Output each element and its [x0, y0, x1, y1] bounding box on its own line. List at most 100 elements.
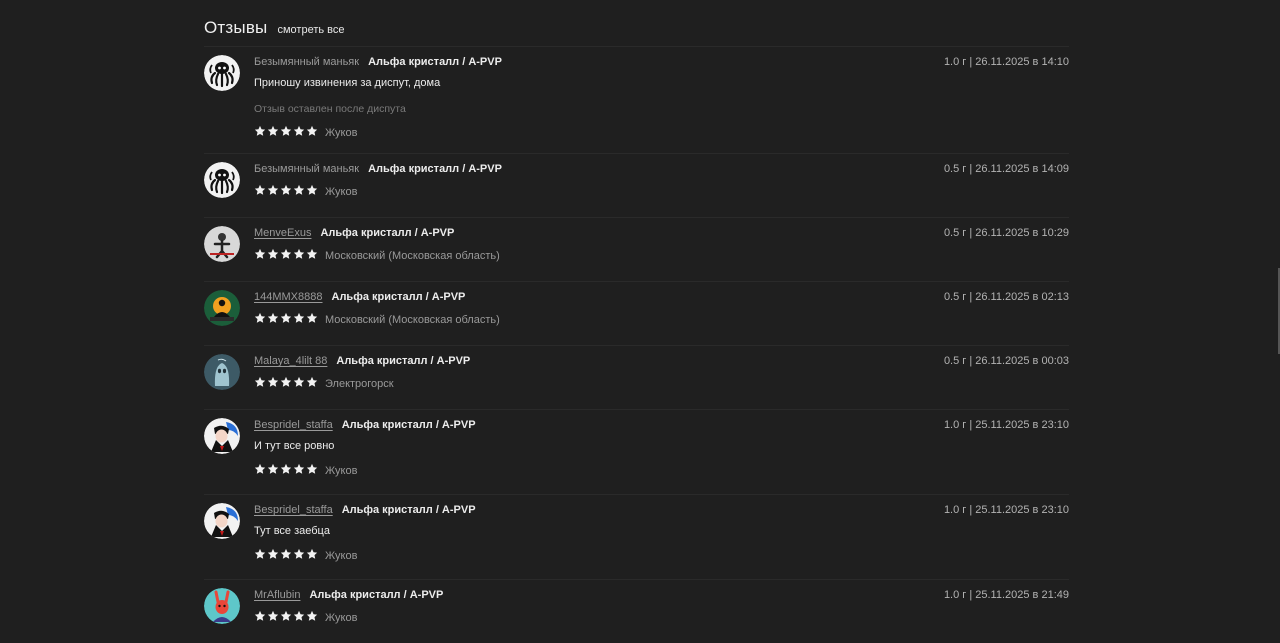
- star-icon: [267, 247, 280, 265]
- review-product: Альфа кристалл / A-PVP: [368, 56, 502, 68]
- star-icon: [267, 124, 280, 142]
- star-icon: [267, 547, 280, 565]
- rating-stars: [254, 609, 319, 627]
- review-date: 1.0 г | 25.11.2025 в 23:10: [943, 504, 1069, 516]
- review-author: Безымянный маньяк: [254, 56, 360, 68]
- review-author[interactable]: Bespridel_staffa: [254, 504, 333, 516]
- star-icon: [306, 247, 319, 265]
- review-date: 0.5 г | 26.11.2025 в 14:09: [943, 163, 1069, 175]
- star-icon: [254, 547, 267, 565]
- review-city: Московский (Московская область): [325, 314, 500, 326]
- review-product: Альфа кристалл / A-PVP: [336, 355, 471, 367]
- review-date: 1.0 г | 25.11.2025 в 23:10: [943, 419, 1069, 431]
- star-icon: [267, 311, 280, 329]
- review-city: Жуков: [325, 465, 358, 477]
- review-item: 0.5 г | 26.11.2025 в 02:13 144MMX8888 Альф…: [204, 281, 1069, 345]
- star-icon: [293, 462, 306, 480]
- reviews-title: Отзывы: [204, 18, 268, 37]
- star-icon: [254, 462, 267, 480]
- rating-stars: [254, 462, 319, 480]
- review-rating-line: Электрогорск: [254, 375, 1069, 393]
- review-item: 1.0 г | 26.11.2025 в 14:10 Безымянный ман…: [204, 46, 1069, 153]
- review-text: И тут все ровно: [254, 440, 335, 452]
- star-icon: [254, 124, 267, 142]
- review-product: Альфа кристалл / A-PVP: [368, 163, 502, 175]
- star-icon: [280, 547, 293, 565]
- review-item: 0.5 г | 26.11.2025 в 14:09 Безымянный ман…: [204, 153, 1069, 217]
- review-rating-line: Московский (Московская область): [254, 247, 1069, 265]
- star-icon: [306, 462, 319, 480]
- review-item: 1.0 г | 25.11.2025 в 23:10 Bespridel_staf…: [204, 494, 1069, 579]
- see-all-link[interactable]: смотреть все: [277, 24, 344, 36]
- star-icon: [293, 609, 306, 627]
- review-rating-line: Жуков: [254, 609, 1069, 627]
- review-date: 0.5 г | 26.11.2025 в 02:13: [943, 291, 1069, 303]
- review-date: 1.0 г | 26.11.2025 в 14:10: [943, 56, 1069, 68]
- rating-stars: [254, 247, 319, 265]
- review-author[interactable]: MrAflubin: [254, 589, 300, 601]
- review-date: 0.5 г | 26.11.2025 в 10:29: [943, 227, 1069, 239]
- review-city: Жуков: [325, 127, 358, 139]
- review-city: Жуков: [325, 550, 358, 562]
- vampire-avatar-icon[interactable]: [204, 418, 240, 454]
- star-icon: [306, 183, 319, 201]
- octopus-avatar-icon[interactable]: [204, 162, 240, 198]
- review-body: MenveExus Альфа кристалл / A-PVP Московски…: [254, 218, 1069, 263]
- review-body: Безымянный маньяк Альфа кристалл / A-PVP Ж…: [254, 154, 1069, 199]
- rating-stars: [254, 183, 319, 201]
- star-icon: [306, 609, 319, 627]
- ghost-avatar-icon[interactable]: [204, 354, 240, 390]
- star-icon: [306, 124, 319, 142]
- review-city: Жуков: [325, 612, 358, 624]
- review-item: 1.0 г | 25.11.2025 в 21:49 MrAflubin Альфа…: [204, 579, 1069, 643]
- star-icon: [254, 311, 267, 329]
- review-text: Тут все заебца: [254, 525, 330, 537]
- review-product: Альфа кристалл / A-PVP: [341, 504, 476, 516]
- star-icon: [280, 247, 293, 265]
- review-product: Альфа кристалл / A-PVP: [331, 291, 466, 303]
- review-product: Альфа кристалл / A-PVP: [341, 419, 476, 431]
- review-item: 1.0 г | 25.11.2025 в 23:10 Bespridel_staf…: [204, 409, 1069, 494]
- review-author[interactable]: MenveExus: [254, 227, 311, 239]
- star-icon: [280, 609, 293, 627]
- vampire-avatar-icon[interactable]: [204, 503, 240, 539]
- rating-stars: [254, 124, 319, 142]
- review-product: Альфа кристалл / A-PVP: [320, 227, 455, 239]
- rating-stars: [254, 547, 319, 565]
- octopus-avatar-icon[interactable]: [204, 55, 240, 91]
- review-list: 1.0 г | 26.11.2025 в 14:10 Безымянный ман…: [204, 46, 1069, 643]
- star-icon: [267, 375, 280, 393]
- star-icon: [254, 247, 267, 265]
- review-rating-line: Жуков: [254, 183, 1069, 201]
- star-icon: [306, 375, 319, 393]
- page: Отзывы смотреть все 1.0 г | 26.11.2025 в…: [0, 0, 1280, 643]
- review-author[interactable]: Bespridel_staffa: [254, 419, 333, 431]
- star-icon: [293, 311, 306, 329]
- figure-avatar-icon[interactable]: [204, 226, 240, 262]
- star-icon: [254, 609, 267, 627]
- meditation-avatar-icon[interactable]: [204, 290, 240, 326]
- review-city: Московский (Московская область): [325, 250, 500, 262]
- review-rating-line: Жуков: [254, 547, 1069, 565]
- rabbit-avatar-icon[interactable]: [204, 588, 240, 624]
- review-author[interactable]: 144MMX8888: [254, 291, 323, 303]
- review-city: Электрогорск: [325, 378, 394, 390]
- review-date: 0.5 г | 26.11.2025 в 00:03: [943, 355, 1069, 367]
- star-icon: [254, 183, 267, 201]
- review-product: Альфа кристалл / A-PVP: [309, 589, 444, 601]
- review-author: Безымянный маньяк: [254, 163, 360, 175]
- star-icon: [306, 311, 319, 329]
- review-author[interactable]: Malaya_4lilt 88: [254, 355, 327, 367]
- review-text: Приношу извинения за диспут, дома: [254, 77, 441, 89]
- review-rating-line: Московский (Московская область): [254, 311, 1069, 329]
- star-icon: [267, 609, 280, 627]
- review-item: 0.5 г | 26.11.2025 в 10:29 MenveExus Альфа…: [204, 217, 1069, 281]
- review-city: Жуков: [325, 186, 358, 198]
- star-icon: [280, 183, 293, 201]
- star-icon: [280, 462, 293, 480]
- star-icon: [280, 124, 293, 142]
- star-icon: [254, 375, 267, 393]
- star-icon: [293, 247, 306, 265]
- rating-stars: [254, 375, 319, 393]
- rating-stars: [254, 311, 319, 329]
